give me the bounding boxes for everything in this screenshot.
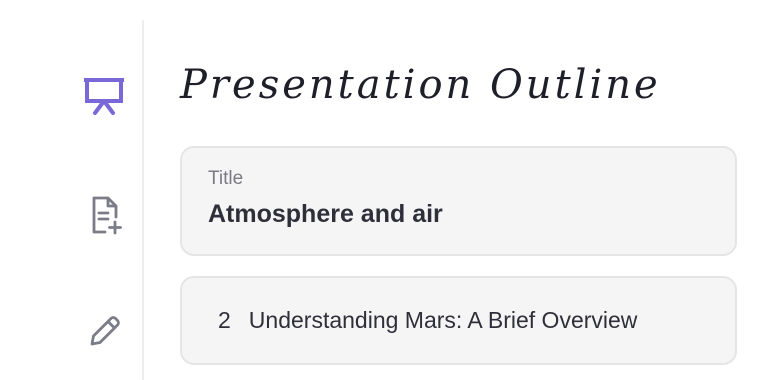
- sidebar: [0, 20, 144, 380]
- slide-title[interactable]: Understanding Mars: A Brief Overview: [249, 307, 638, 334]
- presentation-icon: [84, 78, 124, 115]
- slide-item[interactable]: 2 Understanding Mars: A Brief Overview: [180, 276, 737, 365]
- slide-number: 2: [218, 307, 231, 333]
- page-title: Presentation Outline: [180, 62, 661, 108]
- add-document-icon: [92, 196, 122, 235]
- sidebar-item-edit[interactable]: [84, 310, 124, 350]
- title-field[interactable]: Title Atmosphere and air: [180, 146, 737, 256]
- title-field-value[interactable]: Atmosphere and air: [208, 200, 709, 229]
- title-field-label: Title: [208, 168, 244, 189]
- pencil-icon: [90, 316, 120, 346]
- sidebar-item-presentation[interactable]: [84, 76, 124, 116]
- sidebar-item-add-document[interactable]: [86, 195, 126, 235]
